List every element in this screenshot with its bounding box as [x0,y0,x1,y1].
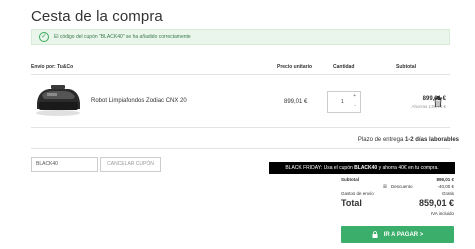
summary-shipping-row: Gastos de envío Gratis [341,191,454,198]
cart-table-header: Envío por: Tu&Co Precio unitario Cantida… [31,63,450,72]
unit-price: 899,01 € [284,99,308,105]
promo-suffix: y ahorra 40€ en tu compra. [377,165,439,171]
coupon-input[interactable]: BLACK40 [31,157,98,172]
delivery-info: Plazo de entrega 1-2 días laborables [358,137,459,143]
summary-discount-value: -40,00 € [437,184,454,189]
row-divider [31,127,450,128]
success-message: El código del cupón "BLACK40" se ha añad… [54,34,191,40]
delivery-label: Plazo de entrega [357,137,404,143]
tax-note-row: IVA incluido [341,211,454,218]
summary-subtotal-value: 899,01 € [436,177,454,182]
summary-total-row: Total 859,01 € [341,198,454,209]
remove-discount-icon[interactable]: ☒ [383,184,387,190]
summary-subtotal-row: Subtotal 899,01 € [341,177,454,184]
decrement-icon[interactable]: - [354,104,356,109]
header-quantity: Cantidad [333,64,355,70]
summary-shipping-label: Gastos de envío [341,191,374,196]
promo-prefix: BLACK FRIDAY: Usa el cupón [285,165,355,171]
summary-discount-label: Descuento [391,184,413,189]
summary-total-value: 859,01 € [418,198,454,208]
quantity-value[interactable]: 1 [341,99,344,105]
header-unit-price: Precio unitario [277,64,313,70]
summary-discount-row: ☒ Descuento -40,00 € [341,184,454,191]
black-friday-banner: BLACK FRIDAY: Usa el cupón BLACK40 y aho… [269,162,455,174]
lock-icon [372,231,378,238]
success-banner: ✓ El código del cupón "BLACK40" se ha añ… [31,29,450,45]
tax-note: IVA incluido [430,211,454,216]
product-name[interactable]: Robot Limpiafondos Zodiac CNX 20 [91,98,187,104]
promo-code: BLACK40 [354,165,378,171]
quantity-stepper[interactable]: 1 + - [327,91,361,113]
page-title: Cesta de la compra [31,8,163,25]
checkout-button[interactable]: IR A PAGAR > [341,226,454,243]
cancel-coupon-button[interactable]: CANCELAR CUPÓN [100,157,161,172]
increment-icon[interactable]: + [353,94,356,99]
delivery-days: 1-2 días laborables [404,137,459,143]
header-divider [31,74,450,75]
summary-total-label: Total [341,198,362,208]
product-image[interactable] [33,83,83,117]
checkout-label[interactable]: IR A PAGAR > [384,232,424,238]
check-circle-icon: ✓ [39,32,49,42]
header-subtotal: Subtotal [396,64,416,70]
trash-icon[interactable] [434,96,442,107]
header-shipped-by: Envío por: Tu&Co [31,64,74,70]
summary-subtotal-label: Subtotal [341,177,359,182]
summary-shipping-value: Gratis [441,191,454,196]
delivery-divider [31,148,450,149]
